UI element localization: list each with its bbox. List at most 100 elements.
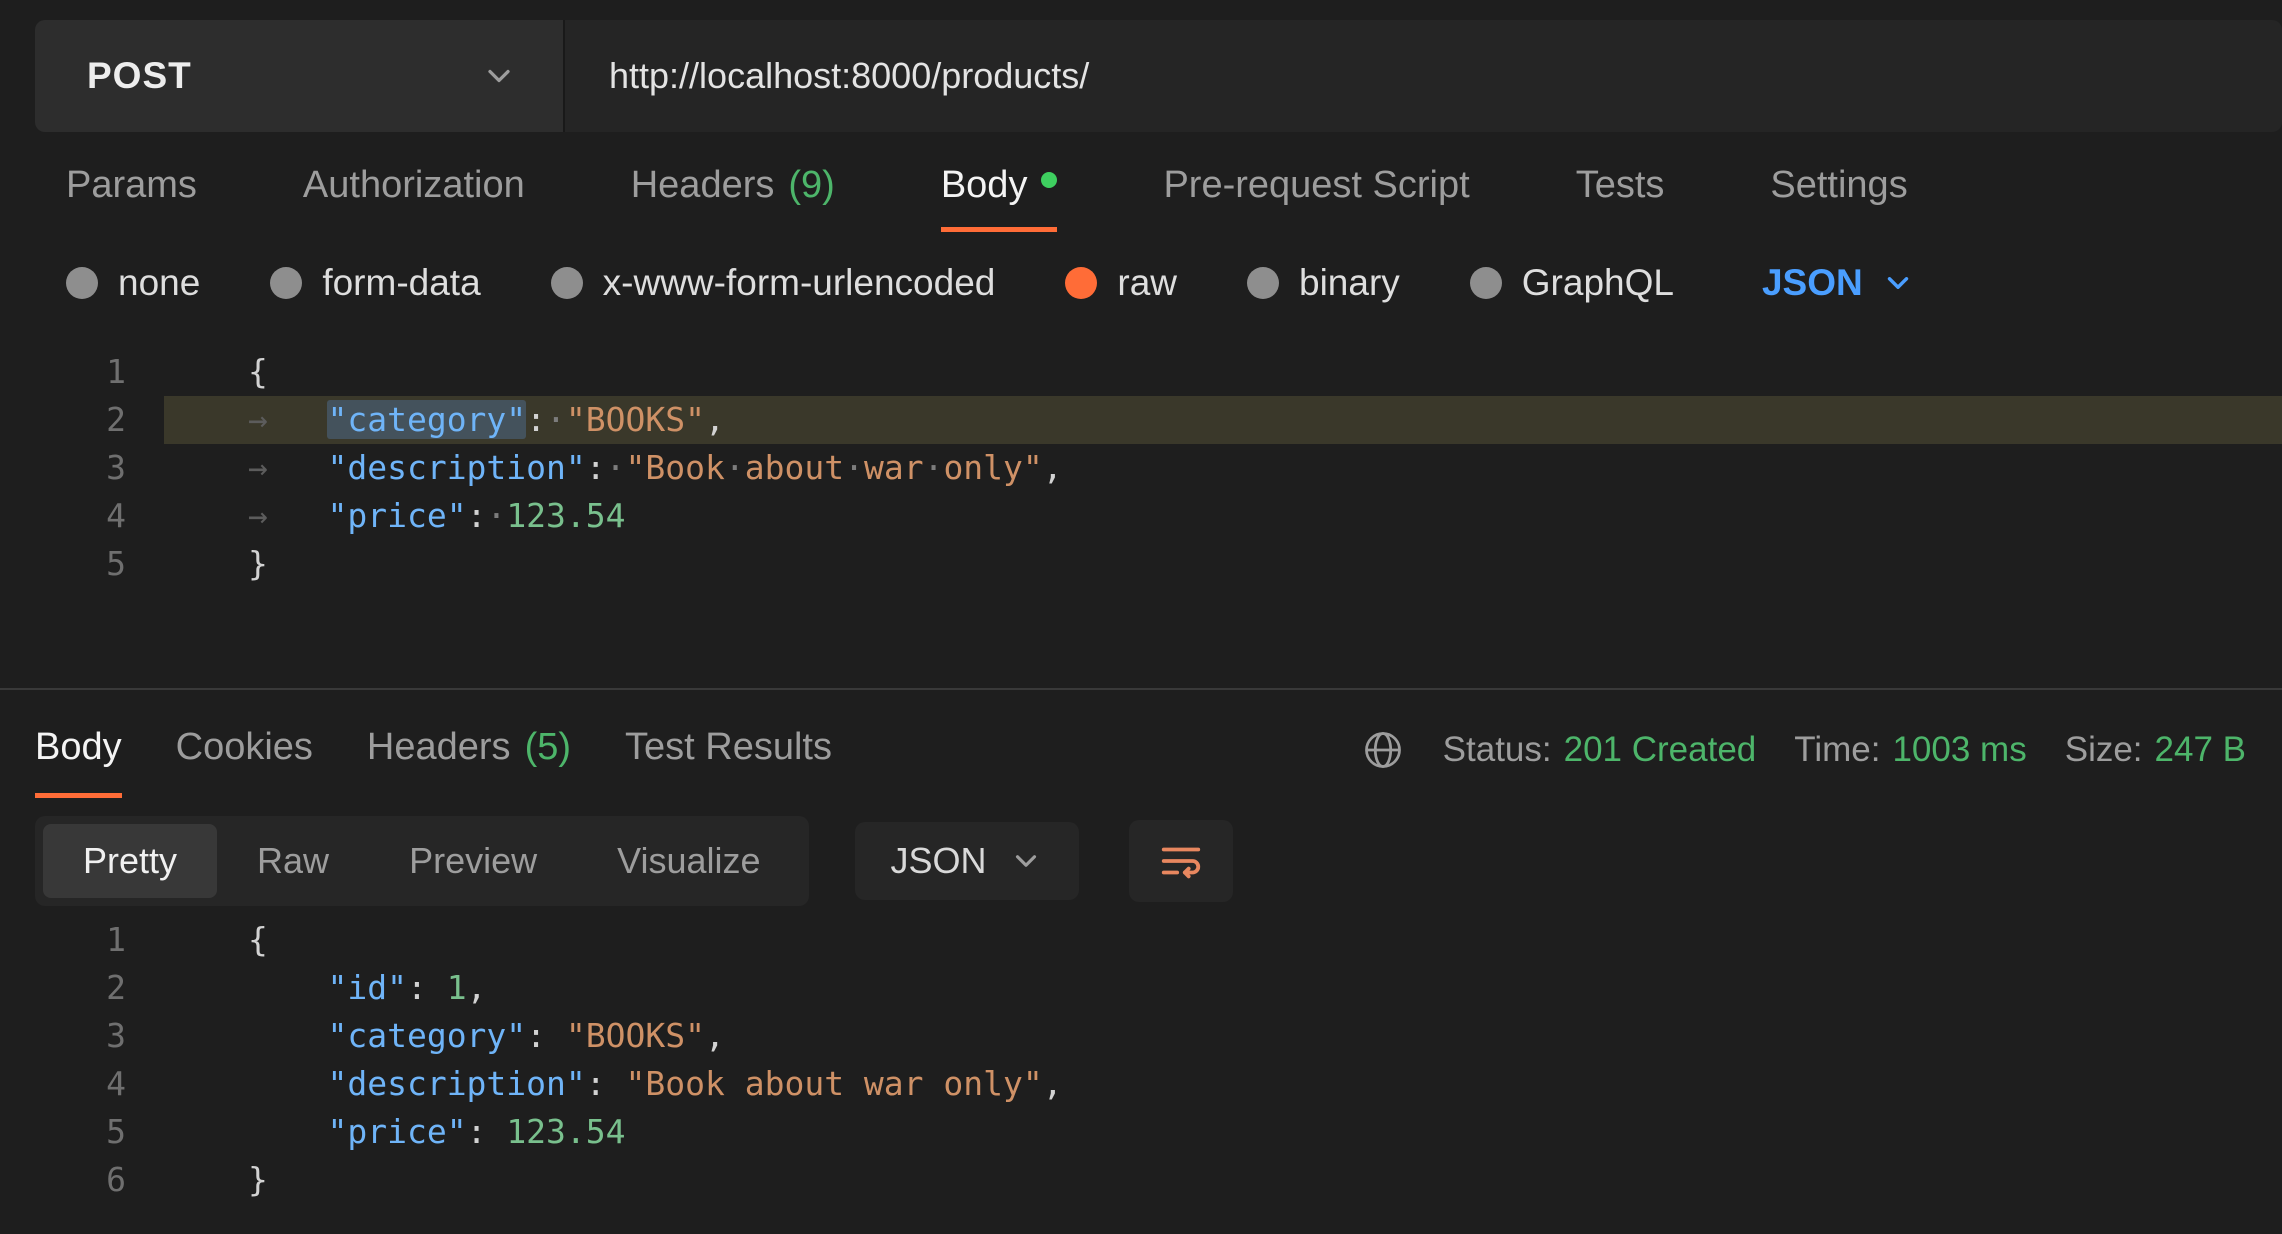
line-number: 1 (0, 348, 126, 396)
token-punct: : (586, 1064, 626, 1103)
body-type-selector: none form-data x-www-form-urlencoded raw bin… (66, 262, 2282, 304)
code-line-2: 2 "id": 1, (0, 964, 2282, 1012)
status-indicator[interactable]: Status: 201 Created (1443, 730, 1757, 770)
line-number: 4 (0, 492, 126, 540)
code-line-3: 3→ "description":·"Book·about·war·only", (0, 444, 2282, 492)
token-punct: { (248, 920, 268, 959)
radio-icon (66, 267, 98, 299)
code-line-4: 4→ "price":·123.54 (0, 492, 2282, 540)
tab-label: Test Results (625, 726, 832, 769)
view-tab-preview[interactable]: Preview (369, 824, 577, 898)
body-type-x-www-form-urlencoded[interactable]: x-www-form-urlencoded (551, 262, 996, 304)
tab-label: Settings (1770, 164, 1907, 207)
token-num: 123.54 (506, 496, 625, 535)
code-line-1: 1{ (0, 916, 2282, 964)
view-tab-visualize[interactable]: Visualize (577, 824, 800, 898)
response-body-viewer[interactable]: 1{2 "id": 1,3 "category": "BOOKS",4 "des… (0, 916, 2282, 1204)
response-tab-test-results[interactable]: Test Results (625, 726, 832, 798)
line-number: 1 (0, 916, 126, 964)
chevron-down-icon (481, 58, 517, 94)
code-line-1: 1{ (0, 348, 2282, 396)
token-key: "description" (327, 1064, 585, 1103)
request-tab-params[interactable]: Params (66, 164, 197, 232)
token-punct: , (1043, 448, 1063, 487)
request-tab-body[interactable]: Body (941, 164, 1058, 232)
line-number: 5 (0, 1108, 126, 1156)
line-content: { (164, 348, 2282, 396)
token-key: "category" (327, 1016, 526, 1055)
method-label: POST (87, 55, 192, 97)
request-tab-headers[interactable]: Headers(9) (631, 164, 835, 232)
line-content: "description": "Book about war only", (164, 1060, 2282, 1108)
line-number: 6 (0, 1156, 126, 1204)
response-language-dropdown[interactable]: JSON (855, 822, 1079, 900)
view-tab-raw[interactable]: Raw (217, 824, 369, 898)
request-body-editor[interactable]: 1{2→ "category":·"BOOKS",3→ "description… (0, 348, 2282, 588)
line-number: 5 (0, 540, 126, 588)
tab-label: Body (35, 726, 122, 769)
language-label: JSON (1762, 262, 1863, 304)
response-tab-body[interactable]: Body (35, 726, 122, 798)
tab-label: Body (941, 164, 1028, 207)
tab-label: Headers (631, 164, 775, 207)
code-line-5: 5 "price": 123.54 (0, 1108, 2282, 1156)
token-punct: , (705, 400, 725, 439)
token-str: "BOOKS" (566, 400, 705, 439)
token-punct: : (526, 1016, 566, 1055)
url-text: http://localhost:8000/products/ (609, 55, 1089, 97)
response-tab-headers[interactable]: Headers(5) (367, 726, 571, 798)
radio-icon (1247, 267, 1279, 299)
view-tab-pretty[interactable]: Pretty (43, 824, 217, 898)
status-label: Status: (1443, 730, 1552, 770)
body-type-form-data[interactable]: form-data (270, 262, 480, 304)
radio-label: form-data (322, 262, 480, 304)
token-punct: } (248, 544, 268, 583)
token-punct (248, 1064, 327, 1103)
response-tab-cookies[interactable]: Cookies (176, 726, 313, 798)
tab-label: Authorization (303, 164, 525, 207)
body-type-binary[interactable]: binary (1247, 262, 1400, 304)
line-content: "category": "BOOKS", (164, 1012, 2282, 1060)
time-value: 1003 ms (1892, 730, 2026, 770)
request-tab-settings[interactable]: Settings (1770, 164, 1907, 232)
tab-label: Tests (1576, 164, 1665, 207)
tab-label: Cookies (176, 726, 313, 769)
token-punct: · (606, 448, 626, 487)
token-punct: : (526, 400, 546, 439)
token-punct: : (586, 448, 606, 487)
url-input[interactable]: http://localhost:8000/products/ (563, 20, 2282, 132)
token-key: "price" (327, 1112, 466, 1151)
raw-language-dropdown[interactable]: JSON (1762, 262, 1915, 304)
token-num: 123.54 (506, 1112, 625, 1151)
line-content: "id": 1, (164, 964, 2282, 1012)
body-type-raw[interactable]: raw (1065, 262, 1177, 304)
token-punct: , (1043, 1064, 1063, 1103)
request-tab-authorization[interactable]: Authorization (303, 164, 525, 232)
token-ws: → (248, 496, 327, 535)
token-punct: · (546, 400, 566, 439)
request-tabs: Params Authorization Headers(9) Body Pre-req… (66, 164, 2282, 232)
method-selector[interactable]: POST (35, 20, 563, 132)
line-content: → "category":·"BOOKS", (164, 396, 2282, 444)
request-tab-pre-request-script[interactable]: Pre-request Script (1163, 164, 1469, 232)
token-punct: · (486, 496, 506, 535)
wrap-text-button[interactable] (1129, 820, 1233, 902)
request-tab-tests[interactable]: Tests (1576, 164, 1665, 232)
time-indicator[interactable]: Time: 1003 ms (1794, 730, 2026, 770)
size-indicator[interactable]: Size: 247 B (2065, 730, 2246, 770)
radio-label: binary (1299, 262, 1400, 304)
token-punct: , (467, 968, 487, 1007)
code-line-2: 2→ "category":·"BOOKS", (0, 396, 2282, 444)
body-type-none[interactable]: none (66, 262, 200, 304)
radio-label: raw (1117, 262, 1177, 304)
radio-label: x-www-form-urlencoded (603, 262, 996, 304)
network-globe-icon[interactable] (1361, 728, 1405, 772)
line-content: { (164, 916, 2282, 964)
token-punct (248, 1112, 327, 1151)
line-number: 2 (0, 964, 126, 1012)
token-punct: { (248, 352, 268, 391)
line-content: "price": 123.54 (164, 1108, 2282, 1156)
body-type-graphql[interactable]: GraphQL (1470, 262, 1674, 304)
time-label: Time: (1794, 730, 1880, 770)
status-value: 201 Created (1564, 730, 1757, 770)
